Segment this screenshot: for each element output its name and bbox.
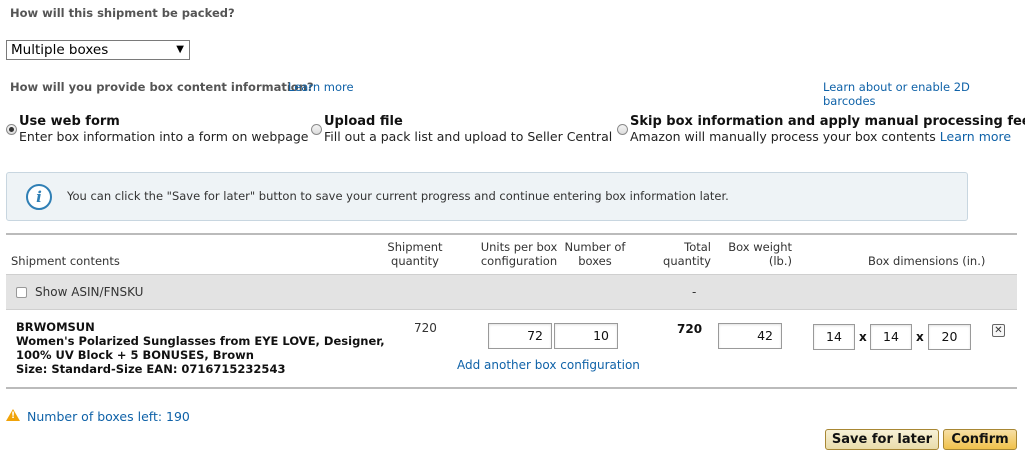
option-skip-desc-text: Amazon will manually process your box co… [630,129,936,144]
header-shipment-contents: Shipment contents [11,254,120,268]
product-total-quantity: 720 [677,322,703,336]
radio-upload-file[interactable] [311,124,322,135]
header-shipment-quantity: Shipment quantity [380,240,450,268]
table-top-border [6,233,1017,235]
product-size: Size: Standard-Size EAN: 0716715232543 [16,362,286,376]
skip-learn-more-link[interactable]: Learn more [940,129,1011,144]
confirm-button[interactable]: Confirm [943,429,1017,450]
option-skip-title: Skip box information and apply manual pr… [630,114,1025,129]
option-upload-file-desc: Fill out a pack list and upload to Selle… [324,129,613,144]
dimension-separator: x [859,330,867,344]
packing-select[interactable]: Multiple boxes ▼ [6,40,190,60]
packing-select-value: Multiple boxes [11,42,109,58]
box-length-input[interactable]: 14 [813,324,855,350]
radio-web-form[interactable] [6,124,17,135]
product-name-line1: Women's Polarized Sunglasses from EYE LO… [16,334,385,348]
header-total-quantity: Total quantity [651,240,711,268]
table-row: BRWOMSUN Women's Polarized Sunglasses fr… [16,320,385,376]
box-info-question: How will you provide box content informa… [10,80,314,94]
dimension-separator: x [916,330,924,344]
header-number-of-boxes: Number of boxes [560,240,630,268]
close-icon[interactable]: ✕ [992,324,1005,337]
header-total-line1: Total [684,240,711,254]
header-total-line2: quantity [663,254,711,268]
product-name-line2: 100% UV Block + 5 BONUSES, Brown [16,348,254,362]
box-height-input[interactable]: 20 [928,324,971,350]
box-weight-input[interactable]: 42 [718,323,782,349]
units-per-box-input[interactable]: 72 [488,323,552,349]
number-of-boxes-input[interactable]: 10 [554,323,618,349]
learn-more-link[interactable]: Learn more [288,80,354,94]
header-box-weight: Box weight (lb.) [722,240,792,268]
show-asin-row: Show ASIN/FNSKU - [6,274,1017,310]
header-box-dimensions: Box dimensions (in.) [868,254,986,268]
show-asin-checkbox[interactable] [16,287,27,298]
box-width-input[interactable]: 14 [870,324,912,350]
option-skip-desc: Amazon will manually process your box co… [630,129,1011,144]
option-web-form-desc: Enter box information into a form on web… [19,129,309,144]
option-web-form-title: Use web form [19,114,120,129]
table-bottom-border [6,387,1017,389]
show-asin-label: Show ASIN/FNSKU [35,285,144,299]
product-sku: BRWOMSUN [16,320,95,334]
header-boxes-line2: boxes [578,254,612,268]
header-boxes-line1: Number of [564,240,626,254]
chevron-down-icon: ▼ [176,44,184,55]
summary-total-quantity: - [692,285,697,299]
header-shipment-quantity-line1: Shipment [387,240,443,254]
product-shipment-quantity: 720 [414,321,437,335]
header-units-line2: configuration [480,254,558,268]
boxes-left-text: Number of boxes left: 190 [27,409,190,424]
add-box-configuration-link[interactable]: Add another box configuration [457,358,640,372]
info-banner: i You can click the "Save for later" but… [6,172,968,221]
header-shipment-quantity-line2: quantity [391,254,439,268]
info-icon: i [26,184,52,210]
header-weight-line2: (lb.) [768,254,792,268]
barcodes-link[interactable]: Learn about or enable 2D barcodes [823,80,1025,108]
radio-skip-box-info[interactable] [617,124,628,135]
option-upload-file-title: Upload file [324,114,403,129]
header-units-per-box: Units per box configuration [478,240,560,268]
save-for-later-button[interactable]: Save for later [825,429,939,450]
header-units-line1: Units per box [480,240,558,254]
header-weight-line1: Box weight [728,240,792,254]
packing-question: How will this shipment be packed? [10,6,235,20]
warning-icon: ! [6,409,20,421]
info-banner-text: You can click the "Save for later" butto… [67,189,729,203]
